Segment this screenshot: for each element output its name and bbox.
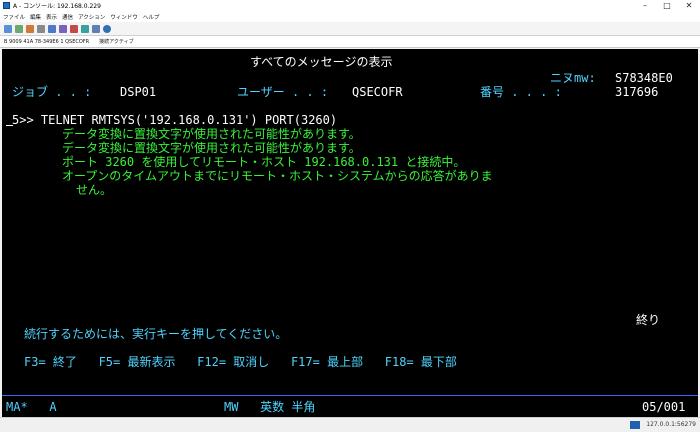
system-id-value: S78348E0 bbox=[615, 71, 673, 85]
help-icon[interactable] bbox=[103, 24, 111, 33]
copy-icon[interactable] bbox=[4, 24, 12, 33]
terminal-emulator-window: A - コンソール: 192.168.0.229 – □ ✕ ファイル 編集 表… bbox=[0, 0, 700, 432]
menu-communication[interactable]: 通信 bbox=[62, 13, 73, 21]
oia-status-left: MA* A bbox=[6, 400, 57, 414]
user-label: ユーザー . . : bbox=[237, 85, 329, 99]
print-icon[interactable] bbox=[37, 24, 45, 33]
terminal-screen[interactable]: すべてのメッセージの表示 ニヌmw: S78348E0 ジョブ . . : DS… bbox=[2, 49, 698, 417]
menu-window[interactable]: ウィンドウ bbox=[110, 13, 138, 21]
system-id-label: ニヌmw: bbox=[550, 71, 596, 85]
job-value: DSP01 bbox=[120, 85, 157, 99]
user-value: QSECOFR bbox=[352, 85, 403, 99]
close-button[interactable]: ✕ bbox=[678, 0, 700, 11]
menu-bar: ファイル 編集 表示 通信 アクション ウィンドウ ヘルプ bbox=[0, 11, 700, 22]
number-label: 番号 . . . : bbox=[480, 85, 562, 99]
send-icon[interactable] bbox=[26, 24, 34, 33]
window-title: A - コンソール: 192.168.0.229 bbox=[13, 3, 101, 10]
function-keys[interactable]: F3= 終了 F5= 最新表示 F12= 取消し F17= 最上部 F18= 最… bbox=[24, 355, 457, 369]
screen-title: すべてのメッセージの表示 bbox=[250, 55, 393, 69]
message-line: ポート 3260 を使用してリモート・ホスト 192.168.0.131 と接続… bbox=[62, 155, 466, 169]
minimize-button[interactable]: – bbox=[634, 0, 656, 11]
status-separator bbox=[2, 395, 698, 396]
stop-icon[interactable] bbox=[70, 24, 78, 33]
app-icon bbox=[3, 2, 10, 9]
menu-file[interactable]: ファイル bbox=[3, 13, 25, 21]
command-line: 5>> TELNET RMTSYS('192.168.0.131') PORT(… bbox=[12, 113, 338, 127]
message-line: せん。 bbox=[76, 183, 113, 197]
bottom-status-strip: 127.0.0.1:56279 bbox=[0, 417, 700, 432]
message-line: データ変換に置換文字が使用された可能性があります。 bbox=[62, 141, 361, 155]
menu-view[interactable]: 表示 bbox=[46, 13, 57, 21]
oia-status-mid: MW 英数 半角 bbox=[224, 400, 316, 414]
end-indicator: 終り bbox=[636, 313, 661, 327]
menu-action[interactable]: アクション bbox=[78, 13, 105, 21]
session-status-line: B 9009 41A 78-349E6 1 QSECOFR 接続アクティブ bbox=[0, 36, 700, 48]
number-value: 317696 bbox=[615, 85, 659, 99]
macro-icon[interactable] bbox=[59, 24, 67, 33]
connection-status: 接続アクティブ bbox=[99, 39, 134, 45]
session-info: B 9009 41A 78-349E6 1 QSECOFR bbox=[4, 38, 90, 45]
host-address: 127.0.0.1:56279 bbox=[646, 421, 696, 428]
menu-help[interactable]: ヘルプ bbox=[143, 13, 160, 21]
cursor-position: 05/001 bbox=[642, 400, 686, 414]
settings-icon[interactable] bbox=[81, 24, 89, 33]
message-line: オープンのタイムアウトまでにリモート・ホスト・システムからの応答がありま bbox=[62, 169, 493, 183]
network-icon bbox=[630, 421, 640, 429]
message-line: データ変換に置換文字が使用された可能性があります。 bbox=[62, 127, 361, 141]
maximize-button[interactable]: □ bbox=[656, 0, 678, 11]
text-cursor bbox=[6, 125, 13, 126]
paste-icon[interactable] bbox=[15, 24, 23, 33]
disconnect-icon[interactable] bbox=[48, 24, 56, 33]
toolbar bbox=[0, 22, 700, 36]
job-label: ジョブ . . : bbox=[12, 85, 92, 99]
continue-message: 続行するためには、実行キーを押してください。 bbox=[24, 327, 288, 341]
title-bar: A - コンソール: 192.168.0.229 – □ ✕ bbox=[0, 0, 700, 11]
menu-edit[interactable]: 編集 bbox=[30, 13, 41, 21]
display-icon[interactable] bbox=[92, 24, 100, 33]
